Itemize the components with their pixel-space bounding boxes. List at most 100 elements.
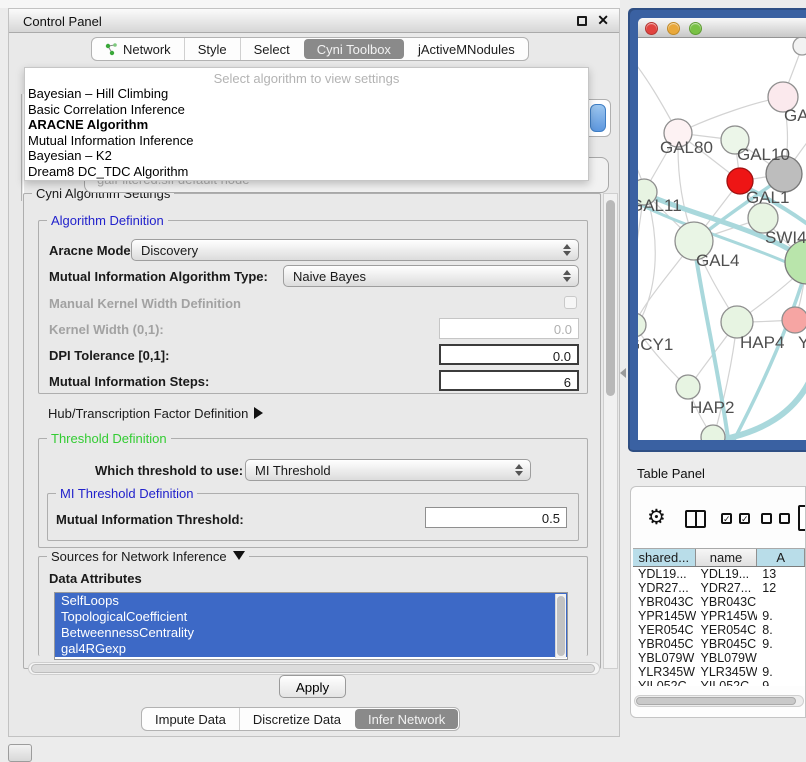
table-row[interactable]: YBL079WYBL079W — [633, 651, 805, 665]
sources-title[interactable]: Sources for Network Inference — [47, 549, 249, 564]
tab-label: Cyni Toolbox — [317, 42, 391, 57]
tab-impute-data[interactable]: Impute Data — [142, 708, 239, 730]
mac-minimize-icon[interactable] — [667, 22, 680, 35]
bottom-corner-button[interactable] — [8, 744, 32, 762]
table-cell: YBL079W — [696, 651, 758, 665]
close-icon[interactable]: ✕ — [597, 12, 609, 29]
algorithm-dropdown-prompt: Select algorithm to view settings — [25, 68, 588, 86]
mi-steps-input[interactable]: 6 — [439, 370, 579, 391]
mac-close-icon[interactable] — [645, 22, 658, 35]
kernel-width-input[interactable]: 0.0 — [439, 318, 579, 339]
column-header-a[interactable]: A — [757, 549, 805, 566]
top-strip — [0, 0, 620, 8]
stepper-arrows-icon — [515, 464, 524, 476]
table-cell: YPR145W — [633, 609, 696, 623]
table-cell: YDL19... — [633, 567, 696, 581]
aracne-mode-label: Aracne Mode: — [49, 243, 135, 258]
list-scrollbar-thumb[interactable] — [557, 596, 565, 656]
node-label-gal1: GAL1 — [746, 188, 789, 207]
checked-checkbox-icon[interactable]: ✓ — [721, 513, 732, 524]
network-node[interactable] — [782, 307, 806, 333]
algorithm-option-basic-correlation-inference[interactable]: Basic Correlation Inference — [25, 102, 588, 118]
which-threshold-label: Which threshold to use: — [95, 463, 243, 478]
checked-checkbox-icon[interactable]: ✓ — [739, 513, 750, 524]
mac-zoom-icon[interactable] — [689, 22, 702, 35]
tab-jactivemnodules[interactable]: jActiveMNodules — [405, 38, 528, 60]
gear-icon[interactable]: ⚙ — [647, 507, 666, 528]
float-window-icon[interactable] — [577, 16, 587, 26]
algorithm-option-bayesian-k2[interactable]: Bayesian – K2 — [25, 148, 588, 164]
table-cell: YIL052C — [696, 679, 758, 686]
table-cell: YBR045C — [633, 637, 696, 651]
node-label-hap4: HAP4 — [740, 333, 784, 352]
threshold-definition-title: Threshold Definition — [47, 431, 171, 446]
manual-kernel-checkbox[interactable] — [564, 296, 577, 309]
network-canvas[interactable]: GALGAL80GAL10GAL11GAL1SWI4GAL4GCY1HAP4YH… — [638, 38, 806, 440]
table-cell: YIL052C — [633, 679, 696, 686]
network-node[interactable] — [793, 38, 806, 55]
table-row[interactable]: YIL052CYIL052C9 — [633, 679, 805, 686]
algorithm-option-bayesian-hill-climbing[interactable]: Bayesian – Hill Climbing — [25, 86, 588, 102]
list-scrollbar[interactable] — [555, 594, 566, 658]
page-icon[interactable] — [798, 505, 806, 531]
column-header-shared-[interactable]: shared... — [633, 549, 696, 566]
aracne-mode-combo[interactable]: Discovery — [131, 239, 579, 261]
tab-style[interactable]: Style — [184, 38, 240, 60]
apply-button[interactable]: Apply — [279, 675, 346, 698]
table-hscrollbar[interactable] — [634, 695, 804, 707]
network-edge-highlighted[interactable] — [734, 270, 806, 440]
control-panel-title: Control Panel — [23, 14, 102, 29]
tab-cyni-toolbox[interactable]: Cyni Toolbox — [304, 39, 404, 59]
table-row[interactable]: YBR043CYBR043C — [633, 595, 805, 609]
network-node[interactable] — [701, 425, 725, 440]
mi-threshold-input[interactable]: 0.5 — [425, 507, 567, 528]
table-cell: YER054C — [696, 623, 758, 637]
settings-hscrollbar[interactable] — [28, 662, 600, 675]
dpi-tolerance-input[interactable]: 0.0 — [439, 344, 579, 365]
node-label-gal11: GAL11 — [638, 196, 682, 215]
tab-label: Select — [254, 42, 290, 57]
network-node[interactable] — [638, 313, 646, 337]
settings-vscrollbar[interactable] — [603, 193, 618, 669]
node-label-gal80: GAL80 — [660, 138, 713, 157]
columns-icon[interactable] — [685, 510, 706, 528]
unchecked-checkbox-icon[interactable] — [761, 513, 772, 524]
network-node[interactable] — [676, 375, 700, 399]
table-cell: YDR27... — [633, 581, 696, 595]
algorithm-option-aracne-algorithm[interactable]: ARACNE Algorithm — [25, 117, 588, 133]
data-attributes-list[interactable]: SelfLoopsTopologicalCoefficientBetweenne… — [54, 592, 568, 660]
tab-network[interactable]: Network — [92, 38, 184, 60]
table-hscrollbar-thumb[interactable] — [636, 697, 796, 705]
table-cell: YDR27... — [696, 581, 758, 595]
hub-definition-toggle[interactable]: Hub/Transcription Factor Definition — [48, 406, 263, 421]
unchecked-checkbox-icon[interactable] — [779, 513, 790, 524]
column-header-name[interactable]: name — [696, 549, 758, 566]
mi-steps-label: Mutual Information Steps: — [49, 374, 209, 389]
attribute-item-selfloops[interactable]: SelfLoops — [55, 593, 567, 609]
table-cell — [757, 595, 805, 609]
attribute-item-gal4rgexp[interactable]: gal4RGexp — [55, 641, 567, 657]
algorithm-option-dream8-dc-tdc-algorithm[interactable]: Dream8 DC_TDC Algorithm — [25, 164, 588, 180]
table-row[interactable]: YER054CYER054C8. — [633, 623, 805, 637]
tab-discretize-data[interactable]: Discretize Data — [239, 708, 354, 730]
attribute-item-betweennesscentrality[interactable]: BetweennessCentrality — [55, 625, 567, 641]
table-row[interactable]: YLR345WYLR345W9. — [633, 665, 805, 679]
tab-infer-network[interactable]: Infer Network — [355, 709, 458, 729]
network-window[interactable]: GALGAL80GAL10GAL11GAL1SWI4GAL4GCY1HAP4YH… — [638, 18, 806, 440]
node-label-swi4: SWI4 — [765, 228, 806, 247]
table-row[interactable]: YPR145WYPR145W9. — [633, 609, 805, 623]
node-label-gal: GAL — [784, 106, 806, 125]
table-row[interactable]: YDL19...YDL19...13 — [633, 567, 805, 581]
tab-select[interactable]: Select — [240, 38, 303, 60]
splitter-collapse-icon[interactable] — [620, 368, 626, 378]
table-row[interactable]: YBR045CYBR045C9. — [633, 637, 805, 651]
algorithm-option-mutual-information-inference[interactable]: Mutual Information Inference — [25, 133, 588, 149]
table-cell: 8. — [757, 623, 805, 637]
settings-vscrollbar-thumb[interactable] — [606, 200, 615, 396]
mi-type-combo[interactable]: Naive Bayes — [283, 265, 579, 287]
attribute-item-topologicalcoefficient[interactable]: TopologicalCoefficient — [55, 609, 567, 625]
table-row[interactable]: YDR27...YDR27...12 — [633, 581, 805, 595]
settings-hscrollbar-thumb[interactable] — [31, 664, 595, 673]
table-cell: 9. — [757, 637, 805, 651]
which-threshold-combo[interactable]: MI Threshold — [245, 459, 531, 481]
